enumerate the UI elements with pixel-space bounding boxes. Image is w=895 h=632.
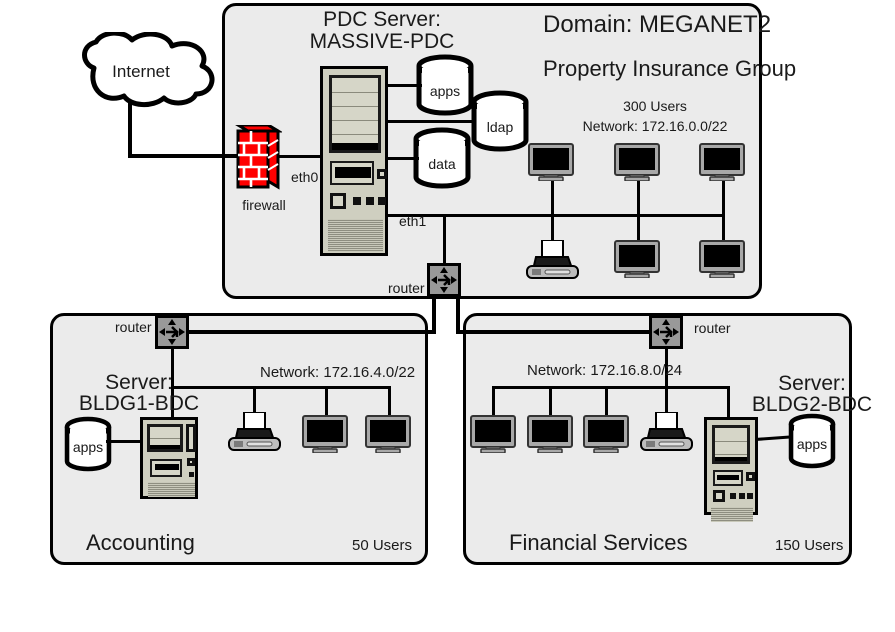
- database-data[interactable]: data: [411, 127, 473, 189]
- wire-eth1-backbone: [388, 214, 724, 217]
- top-users-label: 300 Users: [623, 98, 687, 114]
- financial-site-label: Financial Services: [509, 530, 688, 555]
- pdc-server-title-line1: PDC Server:: [323, 8, 441, 31]
- tower-vents: [328, 219, 383, 252]
- financial-server-title-line1: Server:: [778, 372, 846, 395]
- firewall-icon[interactable]: [232, 122, 284, 193]
- workstation-financial-1[interactable]: [470, 415, 516, 454]
- tower-top-bay: [329, 75, 381, 153]
- router-accounting[interactable]: [155, 315, 189, 349]
- database-apps-financial[interactable]: apps: [786, 412, 838, 470]
- organization-label: Property Insurance Group: [543, 56, 797, 81]
- database-data-label: data: [428, 156, 456, 172]
- accounting-site-label: Accounting: [86, 530, 195, 555]
- firewall-label: firewall: [242, 197, 286, 213]
- deskserv-indicator: [187, 458, 195, 466]
- router-financial-label: router: [694, 320, 731, 336]
- database-ldap[interactable]: ldap: [469, 90, 531, 152]
- fin-tower-vents: [711, 507, 753, 522]
- internet-cloud[interactable]: Internet: [52, 30, 230, 110]
- router-financial[interactable]: [649, 315, 683, 349]
- printer-financial[interactable]: [638, 411, 694, 452]
- wire-drop-ws4: [722, 177, 725, 216]
- workstation-top-1[interactable]: [528, 143, 574, 182]
- bldg2-bdc-server[interactable]: [704, 417, 758, 522]
- workstation-financial-2[interactable]: [527, 415, 573, 454]
- router-core[interactable]: [427, 263, 461, 297]
- wire-fin-backbone: [492, 386, 727, 389]
- fin-tower-top-bay: [712, 425, 750, 464]
- database-apps-top[interactable]: apps: [414, 54, 476, 116]
- wire-trunk-right-horizontal: [456, 330, 666, 334]
- database-apps-accounting[interactable]: apps: [62, 415, 114, 473]
- network-diagram-canvas: Internet firewall PDC Server: MASSIVE-PD…: [0, 0, 895, 632]
- accounting-server-title-line2: BLDG1-BDC: [78, 392, 200, 415]
- workstation-top-2[interactable]: [614, 143, 660, 182]
- bldg1-bdc-server[interactable]: [140, 417, 198, 499]
- workstation-accounting-2[interactable]: [365, 415, 411, 454]
- deskserv-drive: [150, 459, 182, 477]
- pdc-server-tower[interactable]: [320, 66, 388, 256]
- wire-internet-to-firewall: [128, 154, 240, 158]
- financial-network-label: Network: 172.16.8.0/24: [527, 362, 683, 379]
- router-accounting-label: router: [115, 319, 152, 335]
- printer-top-1[interactable]: [524, 239, 580, 280]
- database-apps-accounting-label: apps: [72, 439, 104, 455]
- fin-tower-drive: [713, 470, 743, 486]
- wire-eth1-to-router: [443, 214, 446, 269]
- fin-tower-power-button[interactable]: [713, 490, 725, 502]
- fin-tower-indicator: [746, 472, 755, 481]
- accounting-users-label: 50 Users: [352, 537, 413, 554]
- printer-accounting[interactable]: [226, 411, 282, 452]
- eth0-label: eth0: [291, 169, 319, 185]
- wire-drop-ws1: [551, 177, 554, 216]
- eth1-label: eth1: [399, 213, 427, 229]
- accounting-server-title-line1: Server:: [105, 371, 173, 394]
- workstation-top-5[interactable]: [699, 240, 745, 279]
- tower-power-button[interactable]: [330, 193, 346, 209]
- internet-label: Internet: [112, 62, 170, 81]
- workstation-financial-3[interactable]: [583, 415, 629, 454]
- accounting-network-label: Network: 172.16.4.0/22: [260, 364, 416, 381]
- workstation-accounting-1[interactable]: [302, 415, 348, 454]
- wire-acct-backbone: [171, 386, 389, 389]
- financial-users-label: 150 Users: [775, 537, 844, 554]
- router-core-label: router: [388, 280, 425, 296]
- wire-fin-drop-server: [727, 386, 730, 419]
- deskserv-vents: [148, 482, 195, 497]
- top-network-label: Network: 172.16.0.0/22: [582, 118, 728, 134]
- database-ldap-label: ldap: [486, 119, 514, 135]
- domain-label: Domain: MEGANET2: [543, 11, 772, 38]
- wire-pdc-to-ldap: [388, 120, 473, 123]
- deskserv-side-panel: [186, 424, 196, 452]
- workstation-top-3[interactable]: [699, 143, 745, 182]
- wire-internet-down: [128, 103, 132, 158]
- workstation-top-4[interactable]: [614, 240, 660, 279]
- wire-firewall-to-pdc: [275, 155, 323, 158]
- tower-power-indicator: [377, 169, 387, 179]
- tower-optical-drive: [330, 161, 374, 185]
- wire-trunk-left-horizontal: [172, 330, 436, 334]
- database-apps-financial-label: apps: [796, 436, 828, 452]
- database-apps-top-label: apps: [429, 83, 461, 99]
- wire-drop-ws2: [637, 177, 640, 216]
- pdc-server-title-line2: MASSIVE-PDC: [309, 30, 455, 53]
- deskserv-top-bay: [147, 424, 183, 452]
